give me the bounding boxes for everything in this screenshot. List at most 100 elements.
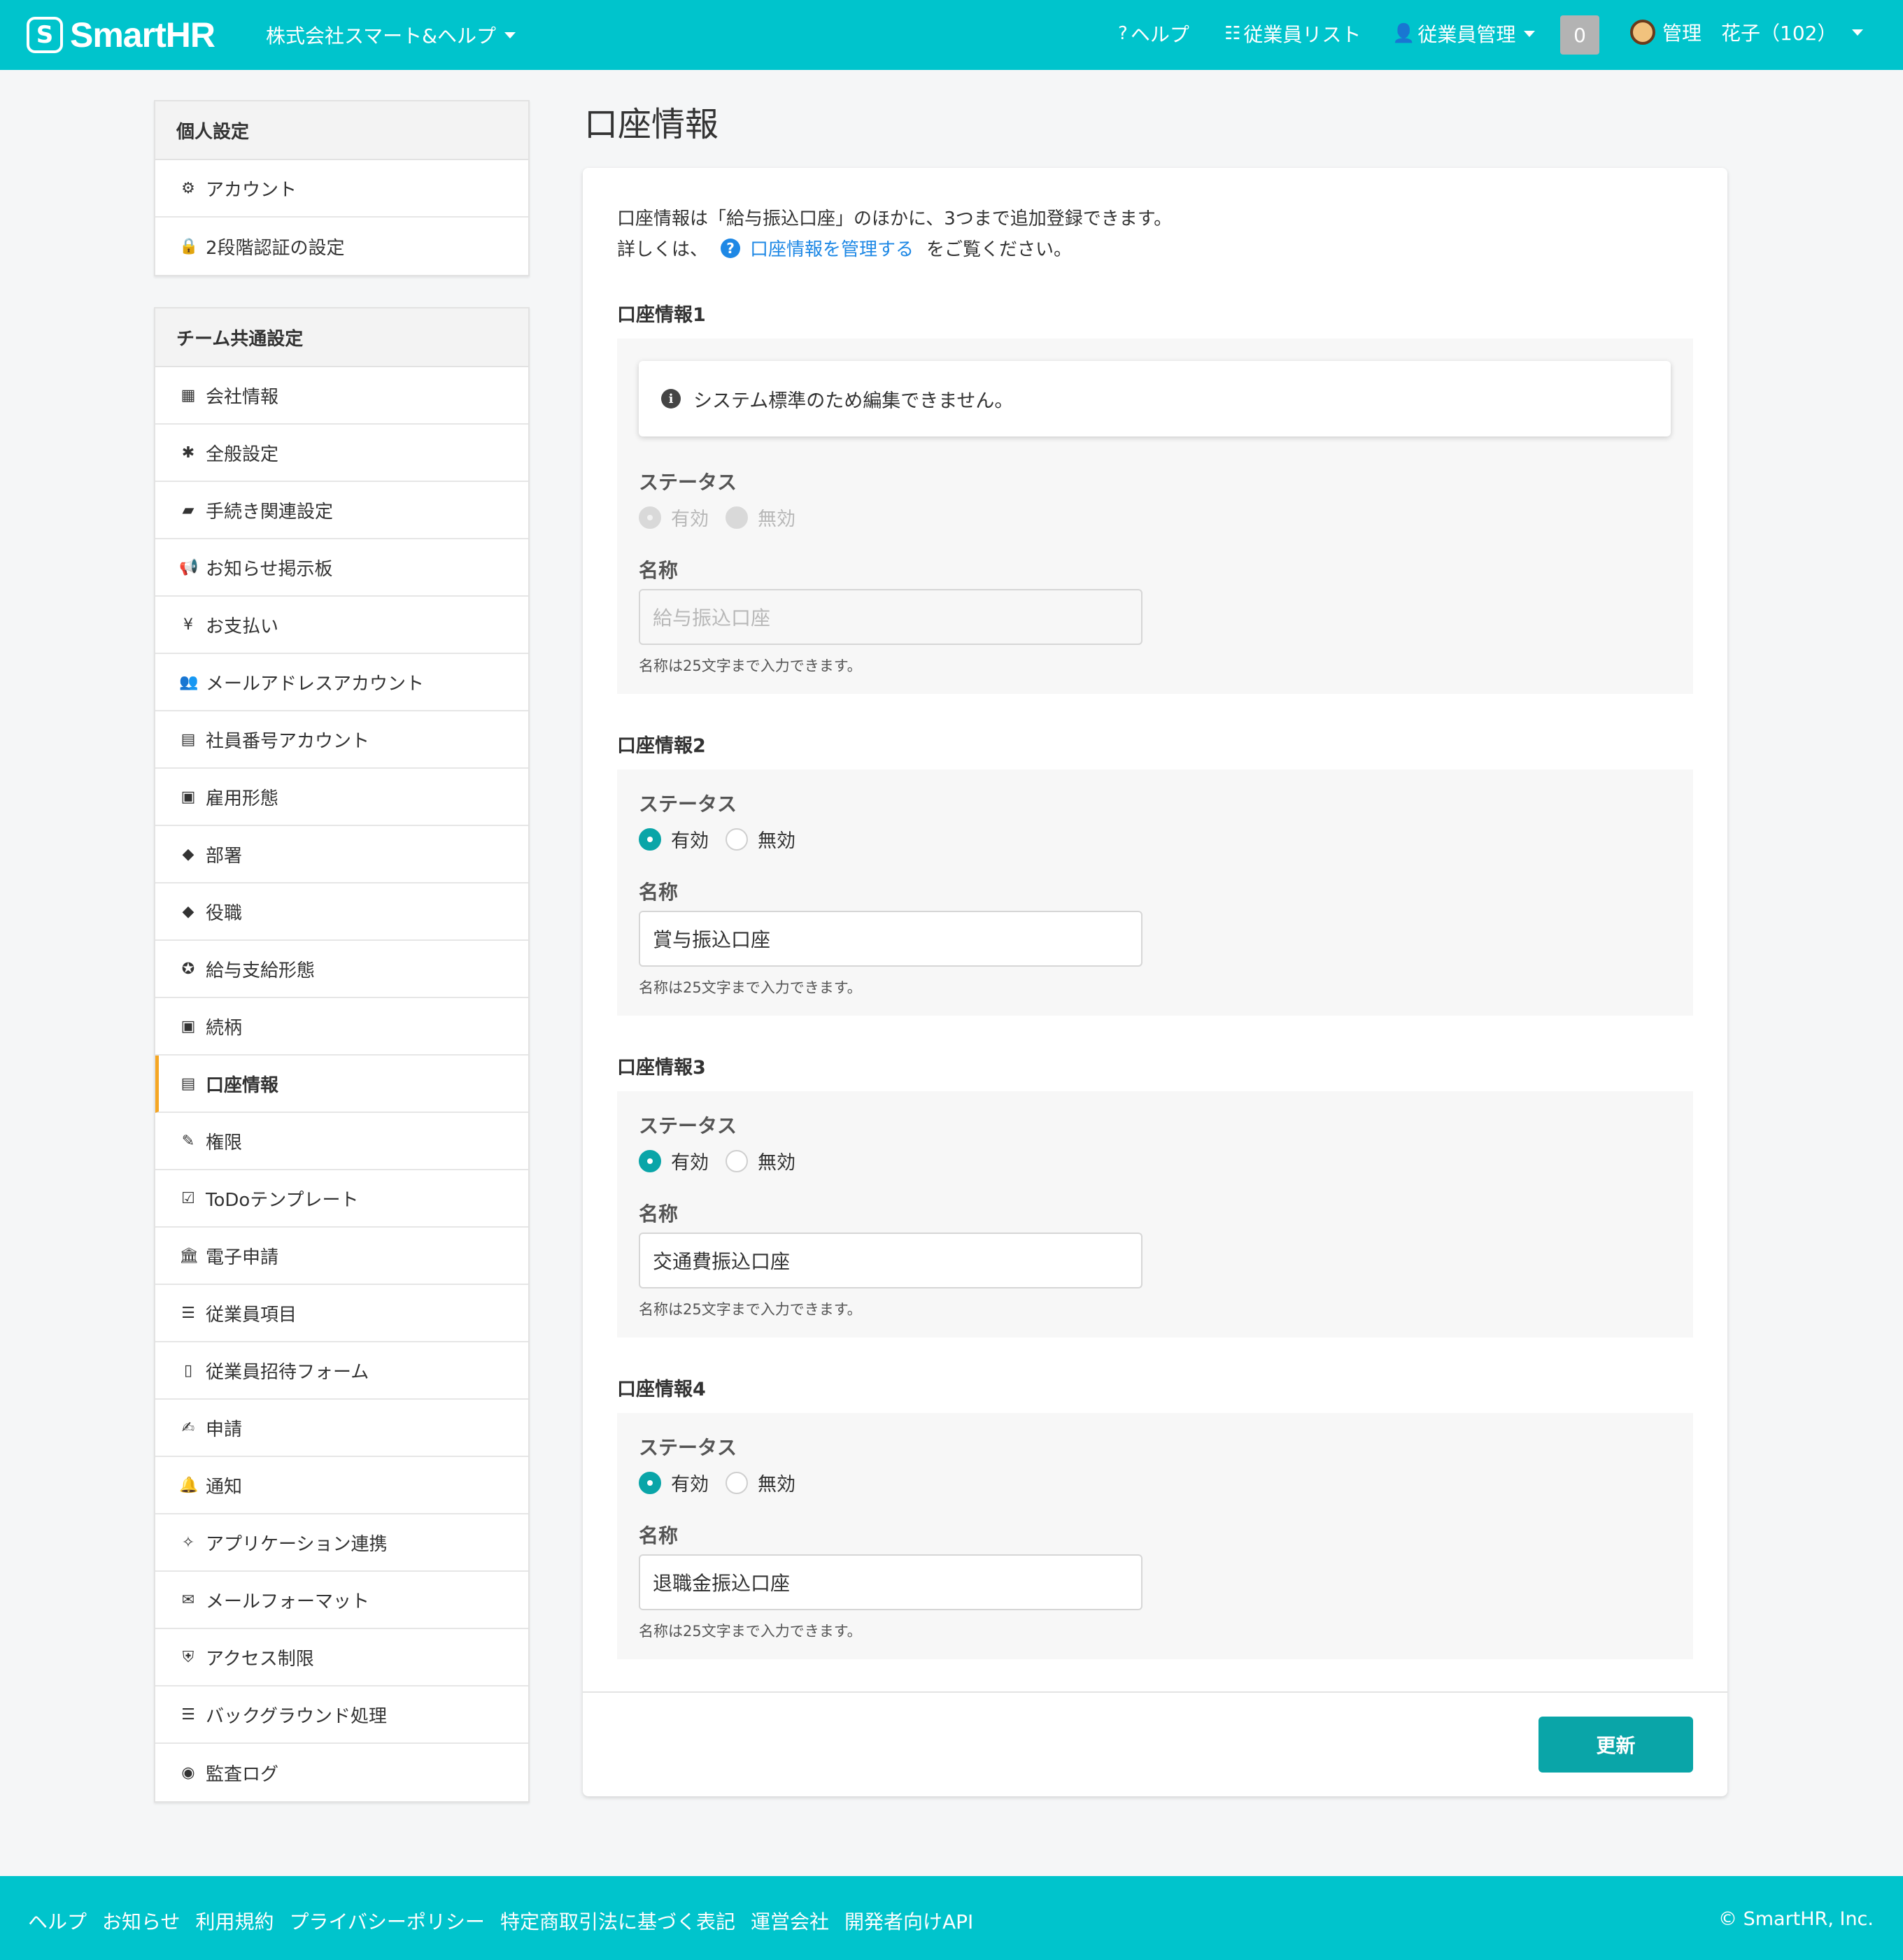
notification-count-badge[interactable]: 0 (1560, 15, 1599, 55)
sidebar-item-label: 社員番号アカウント (206, 730, 370, 752)
intro-suffix: をご覧ください。 (926, 239, 1073, 260)
footer-link[interactable]: 開発者向けAPI (844, 1907, 973, 1935)
footer-link[interactable]: プライバシーポリシー (289, 1907, 484, 1935)
nav-employee-management[interactable]: 👤 従業員管理 (1392, 20, 1536, 48)
sidebar-item-24[interactable]: ☰ バックグラウンド処理 (155, 1686, 528, 1744)
update-button[interactable]: 更新 (1538, 1717, 1693, 1773)
sidebar-item-9[interactable]: ◆ 部署 (155, 826, 528, 883)
company-name: 株式会社スマート&ヘルプ (266, 24, 496, 48)
radio-active[interactable] (639, 1149, 661, 1172)
sidebar-item-17[interactable]: ☰ 従業員項目 (155, 1285, 528, 1342)
name-input-4[interactable]: 退職金振込口座 (639, 1554, 1142, 1610)
sidebar-item-20[interactable]: 🔔 通知 (155, 1457, 528, 1514)
sidebar-item-icon: ▯ (183, 1361, 193, 1379)
sidebar-item-icon: ✎ (181, 1132, 195, 1150)
radio-inactive[interactable] (726, 1471, 748, 1494)
radio-active[interactable] (639, 1471, 661, 1494)
sidebar-item-icon: 👥 (179, 673, 199, 691)
sidebar-item-3[interactable]: ▰ 手続き関連設定 (155, 482, 528, 539)
sidebar-item-21[interactable]: ✧ アプリケーション連携 (155, 1514, 528, 1572)
sidebar-item-label: 電子申請 (206, 1247, 279, 1268)
sidebar-item-label: 会社情報 (206, 386, 279, 408)
sidebar-item-label: アクセス制限 (206, 1648, 314, 1670)
radio-inactive (726, 506, 748, 529)
sidebar-item-icon: ▤ (181, 730, 196, 748)
sidebar-heading-team: チーム共通設定 (155, 308, 528, 367)
sidebar-item-icon: ☑ (181, 1189, 195, 1207)
manage-account-info-link[interactable]: 口座情報を管理する (750, 235, 914, 261)
logo-text: SmartHR (70, 15, 215, 55)
smarthr-logo[interactable]: S SmartHR (27, 15, 215, 55)
sidebar-item-label: 給与支給形態 (206, 960, 316, 981)
radio-inactive-label[interactable]: 無効 (758, 825, 795, 853)
nav-help[interactable]: ? ヘルプ (1118, 20, 1189, 48)
sidebar-item-1[interactable]: ▦ 会社情報 (155, 367, 528, 425)
sidebar-item-22[interactable]: ✉ メールフォーマット (155, 1572, 528, 1629)
sidebar-item-19[interactable]: ✍ 申請 (155, 1400, 528, 1457)
radio-active[interactable] (639, 828, 661, 851)
footer-link[interactable]: ヘルプ (28, 1907, 87, 1935)
lock-icon: 🔒 (179, 237, 199, 255)
question-circle-icon: ? (721, 238, 741, 258)
footer-link[interactable]: 運営会社 (751, 1907, 829, 1935)
status-radio-group-4: 有効 無効 (639, 1469, 812, 1496)
footer-link[interactable]: 特定商取引法に基づく表記 (500, 1907, 735, 1935)
radio-active-label: 有効 (671, 509, 709, 530)
sidebar-item-7[interactable]: ▤ 社員番号アカウント (155, 711, 528, 769)
section-title-account-2: 口座情報2 (617, 735, 706, 757)
user-icon: 👤 (1392, 23, 1415, 44)
footer-link[interactable]: 利用規約 (195, 1907, 274, 1935)
sidebar-team-settings: チーム共通設定 ▦ 会社情報 ✱ 全般設定 ▰ 手続き関連設定 📢 お知らせ掲示板 ¥ お支払い 👥… (154, 307, 530, 1803)
section-title-account-3: 口座情報3 (617, 1057, 706, 1079)
sidebar-item-2[interactable]: ✱ 全般設定 (155, 425, 528, 482)
name-input-2[interactable]: 賞与振込口座 (639, 911, 1142, 967)
sidebar-item-icon: ▰ (182, 501, 194, 519)
radio-inactive[interactable] (726, 828, 748, 851)
sidebar-item-label: 雇用形態 (206, 788, 279, 809)
sidebar-item-two-factor[interactable]: 🔒 2段階認証の設定 (155, 218, 528, 275)
sidebar-item-18[interactable]: ▯ 従業員招待フォーム (155, 1342, 528, 1400)
sidebar-item-16[interactable]: 🏛 電子申請 (155, 1228, 528, 1285)
sidebar-item-4[interactable]: 📢 お知らせ掲示板 (155, 539, 528, 597)
sidebar-item-11[interactable]: ✪ 給与支給形態 (155, 941, 528, 998)
footer-links: ヘルプ お知らせ 利用規約 プライバシーポリシー 特定商取引法に基づく表記 運営会社 開発者… (28, 1907, 989, 1935)
sidebar-item-13[interactable]: ▤ 口座情報 (155, 1056, 528, 1113)
sidebar-item-icon: ✪ (181, 960, 195, 978)
radio-active-label[interactable]: 有効 (671, 1147, 709, 1174)
sidebar-item-8[interactable]: ▣ 雇用形態 (155, 769, 528, 826)
sidebar-item-label: 2段階認証の設定 (206, 237, 345, 259)
name-input-3[interactable]: 交通費振込口座 (639, 1233, 1142, 1288)
sidebar-item-icon: ⛨ (182, 1648, 194, 1666)
sidebar-item-14[interactable]: ✎ 権限 (155, 1113, 528, 1170)
sidebar-item-icon: ✧ (181, 1533, 195, 1551)
name-label: 名称 (639, 559, 679, 582)
sidebar-heading-personal: 個人設定 (155, 101, 528, 160)
sidebar-item-10[interactable]: ◆ 役職 (155, 883, 528, 941)
sidebar-item-icon: ▦ (181, 386, 196, 404)
chevron-down-icon (1852, 29, 1864, 36)
radio-inactive-label[interactable]: 無効 (758, 1469, 795, 1496)
sidebar-item-12[interactable]: ▣ 続柄 (155, 998, 528, 1056)
sidebar-item-25[interactable]: ◉ 監査ログ (155, 1744, 528, 1801)
radio-inactive[interactable] (726, 1149, 748, 1172)
radio-inactive-label[interactable]: 無効 (758, 1147, 795, 1174)
sidebar-item-6[interactable]: 👥 メールアドレスアカウント (155, 654, 528, 711)
user-menu[interactable]: 管理 花子（102） (1630, 18, 1864, 46)
company-switcher[interactable]: 株式会社スマート&ヘルプ (266, 21, 516, 49)
sidebar-item-account[interactable]: ⚙ アカウント (155, 160, 528, 218)
sidebar-item-icon: ◆ (182, 902, 194, 921)
status-radio-group-3: 有効 無効 (639, 1147, 812, 1174)
sidebar-item-15[interactable]: ☑ ToDoテンプレート (155, 1170, 528, 1228)
sidebar-item-label: ToDoテンプレート (206, 1189, 359, 1211)
radio-active-label[interactable]: 有効 (671, 1469, 709, 1496)
sidebar-item-label: お支払い (206, 616, 279, 637)
section-title-account-4: 口座情報4 (617, 1379, 706, 1400)
footer: ヘルプ お知らせ 利用規約 プライバシーポリシー 特定商取引法に基づく表記 運営会社 開発者… (0, 1876, 1903, 1960)
sidebar-item-5[interactable]: ¥ お支払い (155, 597, 528, 654)
notice-text: システム標準のため編集できません。 (693, 390, 1014, 412)
footer-link[interactable]: お知らせ (102, 1907, 180, 1935)
chevron-down-icon (1524, 30, 1536, 37)
sidebar-item-23[interactable]: ⛨ アクセス制限 (155, 1629, 528, 1686)
radio-active-label[interactable]: 有効 (671, 825, 709, 853)
nav-employee-list[interactable]: ☷ 従業員リスト (1224, 20, 1361, 48)
